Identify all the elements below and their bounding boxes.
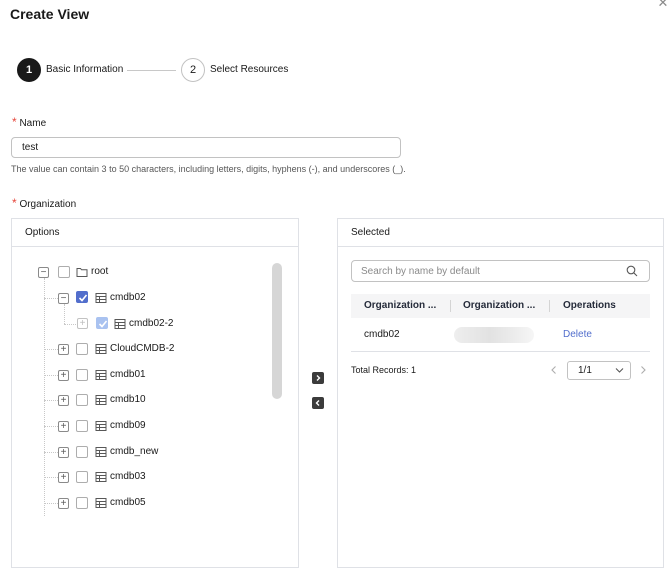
tree-checkbox-checked-disabled [96,317,108,329]
tree-guide-line [44,375,58,376]
step-1-indicator: 1 [17,58,41,82]
tree-node-label: root [91,266,109,277]
tree-node-label: cmdb02 [110,292,146,303]
column-divider [549,300,550,312]
chevron-right-icon [316,375,321,381]
tree-guide-line [44,503,58,504]
tree-guide-line [44,400,58,401]
name-hint: The value can contain 3 to 50 characters… [11,164,406,174]
remove-from-selected-button[interactable] [312,397,324,409]
tree-checkbox[interactable] [76,343,88,355]
step-2-indicator: 2 [181,58,205,82]
tree-guide-line [44,426,58,427]
tree-node-label: cmdb05 [110,497,146,508]
collapse-icon[interactable]: − [58,293,69,304]
name-label-text: Name [19,118,47,129]
expand-icon[interactable]: + [58,498,69,509]
chevron-left-icon [315,400,320,406]
table-icon [95,447,107,457]
tree-checkbox[interactable] [76,369,88,381]
total-records: Total Records: 1 [351,365,417,375]
collapse-icon[interactable]: − [38,267,49,278]
table-icon [95,395,107,405]
organization-label: * Organization [12,196,76,210]
table-icon [95,293,107,303]
table-row: cmdb02 Delete [351,318,650,352]
tree-node-label: cmdb01 [110,369,146,380]
tree-checkbox[interactable] [58,266,70,278]
chevron-left-icon[interactable] [548,364,560,376]
step-2-label: Select Resources [210,64,289,75]
column-header-organization-name: Organization ... [364,300,437,311]
tree-checkbox[interactable] [76,420,88,432]
selected-org-name: cmdb02 [364,329,400,340]
selected-table-header: Organization ... Organization ... Operat… [351,294,650,318]
tree-checkbox[interactable] [76,471,88,483]
chevron-right-icon[interactable] [637,364,649,376]
tree-node-label: cmdb09 [110,420,146,431]
column-divider [450,300,451,312]
check-icon [78,294,88,302]
selected-search-input[interactable] [351,260,650,282]
tree-guide-line [64,304,65,324]
table-icon [95,498,107,508]
expand-icon[interactable]: + [58,421,69,432]
delete-link[interactable]: Delete [563,318,592,352]
tree-checkbox-checked[interactable] [76,291,88,303]
options-panel: Options [11,218,299,568]
tree-guide-line [44,278,45,516]
organization-label-text: Organization [19,199,77,210]
tree-checkbox[interactable] [76,446,88,458]
tree-checkbox[interactable] [76,497,88,509]
table-icon [95,421,107,431]
tree-guide-line [64,324,76,325]
check-icon [98,320,108,328]
table-icon [95,370,107,380]
options-scrollbar[interactable] [272,263,282,399]
column-header-operations: Operations [563,300,616,311]
expand-icon[interactable]: + [58,472,69,483]
page-select-value: 1/1 [578,365,592,376]
table-icon [95,344,107,354]
expand-icon[interactable]: + [58,344,69,355]
options-panel-title: Options [12,219,298,247]
tree-guide-line [44,477,58,478]
page-select[interactable]: 1/1 [567,361,631,380]
tree-node-label: cmdb10 [110,394,146,405]
name-label: * Name [12,115,46,129]
name-input[interactable] [11,137,401,158]
step-1-label: Basic Information [46,64,124,75]
tree-node-label: cmdb02-2 [129,318,174,329]
tree-node-label: cmdb_new [110,446,159,457]
expand-icon[interactable]: + [58,370,69,381]
redacted-org-id [454,327,534,343]
chevron-down-icon [615,368,624,373]
expand-icon: + [77,318,88,329]
close-icon[interactable]: ✕ [656,0,670,10]
tree-node-label: cmdb03 [110,471,146,482]
column-header-organization-id: Organization ... [463,300,536,311]
folder-icon [76,268,88,277]
add-to-selected-button[interactable] [312,372,324,384]
selected-panel-title: Selected [338,219,663,247]
required-mark: * [12,196,17,210]
required-mark: * [12,115,17,129]
tree-guide-line [44,452,58,453]
expand-icon[interactable]: + [58,447,69,458]
tree-guide-line [44,298,58,299]
table-icon [95,472,107,482]
table-icon [114,319,126,329]
expand-icon[interactable]: + [58,395,69,406]
tree-node-label: CloudCMDB-2 [110,343,175,354]
tree-checkbox[interactable] [76,394,88,406]
tree-guide-line [44,349,58,350]
dialog-title: Create View [10,6,90,22]
search-icon[interactable] [626,265,638,277]
step-connector [127,70,176,71]
